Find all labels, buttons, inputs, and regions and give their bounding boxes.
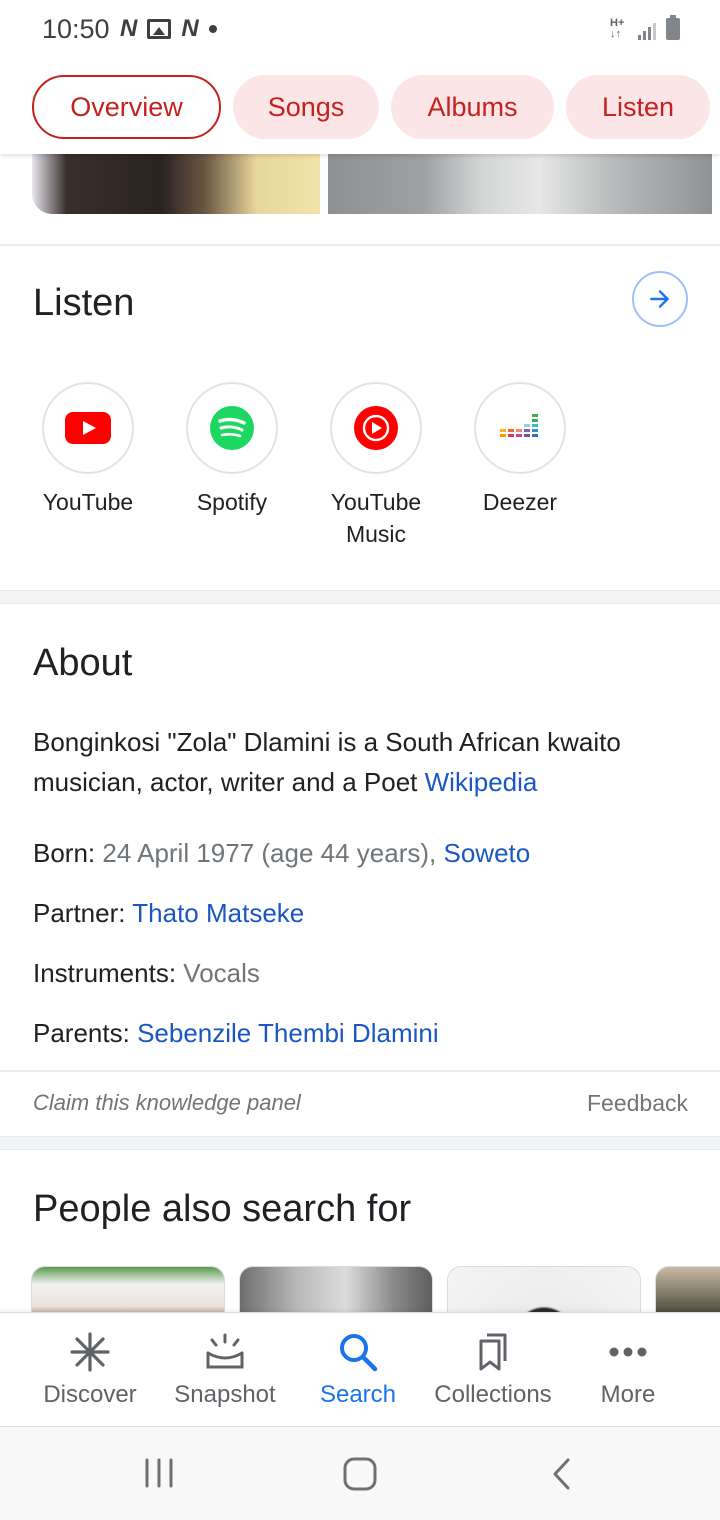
signal-icon (638, 20, 656, 40)
chip-songs[interactable]: Songs (233, 75, 379, 139)
nav-label: Search (319, 1381, 397, 1408)
data-transfer-icon: H+ ↓↑ (610, 17, 625, 40)
nav-search[interactable]: Search (288, 1329, 428, 1409)
bottom-navigation: Discover Snapshot Search Collections Mor… (0, 1312, 720, 1426)
tab-chip-bar: Overview Songs Albums Listen (0, 62, 720, 154)
nav-label: More (600, 1381, 656, 1408)
provider-logo[interactable] (42, 382, 134, 474)
collections-icon (479, 1333, 507, 1371)
listen-title: Listen (33, 282, 135, 324)
nav-label: Discover (43, 1381, 137, 1408)
spotify-icon (210, 406, 254, 450)
people-also-search-title: People also search for (33, 1188, 412, 1230)
provider-youtube-music[interactable]: YouTube Music (304, 382, 448, 550)
back-button[interactable] (548, 1457, 576, 1496)
status-time: 10:50 (42, 14, 110, 44)
provider-label: YouTube Music (330, 489, 422, 547)
battery-icon (666, 15, 680, 40)
fact-instruments: Instruments: Vocals (33, 958, 260, 989)
nav-snapshot[interactable]: Snapshot (155, 1329, 295, 1409)
fact-label: Born: (33, 838, 96, 868)
provider-deezer[interactable]: Deezer (448, 382, 592, 518)
chip-albums[interactable]: Albums (391, 75, 554, 139)
nav-discover[interactable]: Discover (20, 1329, 160, 1409)
provider-logo[interactable] (474, 382, 566, 474)
artist-photo[interactable] (328, 154, 712, 214)
about-title: About (33, 642, 133, 684)
image-strip (0, 154, 720, 216)
youtube-icon (65, 412, 111, 444)
born-place-link[interactable]: Soweto (444, 838, 531, 868)
chip-listen[interactable]: Listen (566, 75, 710, 139)
arrow-right-icon (650, 290, 669, 308)
asterisk-icon (70, 1332, 110, 1372)
notification-icons: N N (120, 17, 217, 41)
listen-more-button[interactable] (632, 271, 688, 327)
nav-label: Snapshot (174, 1381, 276, 1408)
fact-label: Instruments: (33, 958, 177, 988)
netflix-n-icon: N (120, 15, 138, 42)
system-icons: H+ ↓↑ (610, 15, 680, 40)
person-card[interactable] (447, 1266, 641, 1316)
home-icon (343, 1457, 377, 1491)
nav-collections[interactable]: Collections (423, 1329, 563, 1409)
about-description: Bonginkosi "Zola" Dlamini is a South Afr… (33, 722, 693, 802)
divider (0, 244, 720, 246)
provider-spotify[interactable]: Spotify (160, 382, 304, 518)
fact-value: 24 April 1977 (age 44 years), (102, 838, 437, 868)
more-notifications-dot-icon (208, 25, 217, 33)
home-button[interactable] (342, 1457, 378, 1496)
youtube-music-icon (354, 406, 398, 450)
provider-label: YouTube (42, 489, 134, 515)
fact-partner: Partner: Thato Matseke (33, 898, 304, 929)
system-navigation-bar (0, 1426, 720, 1520)
nav-more[interactable]: More (558, 1329, 698, 1409)
snapshot-icon (206, 1333, 244, 1369)
back-icon (553, 1458, 570, 1490)
divider (0, 1070, 720, 1072)
person-card[interactable] (31, 1266, 225, 1316)
claim-panel-link[interactable]: Claim this knowledge panel (33, 1090, 301, 1116)
fact-parents: Parents: Sebenzile Thembi Dlamini (33, 1018, 439, 1049)
search-icon (340, 1334, 378, 1372)
provider-label: Spotify (196, 489, 268, 515)
more-dots-icon (609, 1347, 647, 1357)
partner-link[interactable]: Thato Matseke (132, 898, 304, 928)
wikipedia-link[interactable]: Wikipedia (425, 767, 538, 797)
netflix-n-icon: N (181, 15, 199, 42)
fact-label: Parents: (33, 1018, 130, 1048)
gallery-icon (147, 19, 172, 39)
fact-label: Partner: (33, 898, 126, 928)
nav-label: Collections (434, 1381, 552, 1408)
provider-youtube[interactable]: YouTube (16, 382, 160, 518)
recent-apps-button[interactable] (142, 1457, 176, 1494)
person-card[interactable] (239, 1266, 433, 1316)
section-separator (0, 590, 720, 604)
deezer-icon (500, 414, 538, 437)
people-carousel (0, 1266, 720, 1316)
recent-apps-icon (145, 1458, 173, 1488)
provider-label: Deezer (482, 489, 558, 515)
artist-photo[interactable] (32, 154, 320, 214)
feedback-link[interactable]: Feedback (587, 1090, 688, 1117)
provider-logo[interactable] (330, 382, 422, 474)
status-bar: 10:50 N N H+ ↓↑ (0, 0, 720, 62)
section-separator (0, 1136, 720, 1150)
parents-link[interactable]: Sebenzile Thembi Dlamini (137, 1018, 439, 1048)
fact-value: Vocals (183, 958, 260, 988)
provider-logo[interactable] (186, 382, 278, 474)
chip-overview[interactable]: Overview (32, 75, 221, 139)
fact-born: Born: 24 April 1977 (age 44 years), Sowe… (33, 838, 530, 869)
person-card[interactable] (655, 1266, 720, 1316)
